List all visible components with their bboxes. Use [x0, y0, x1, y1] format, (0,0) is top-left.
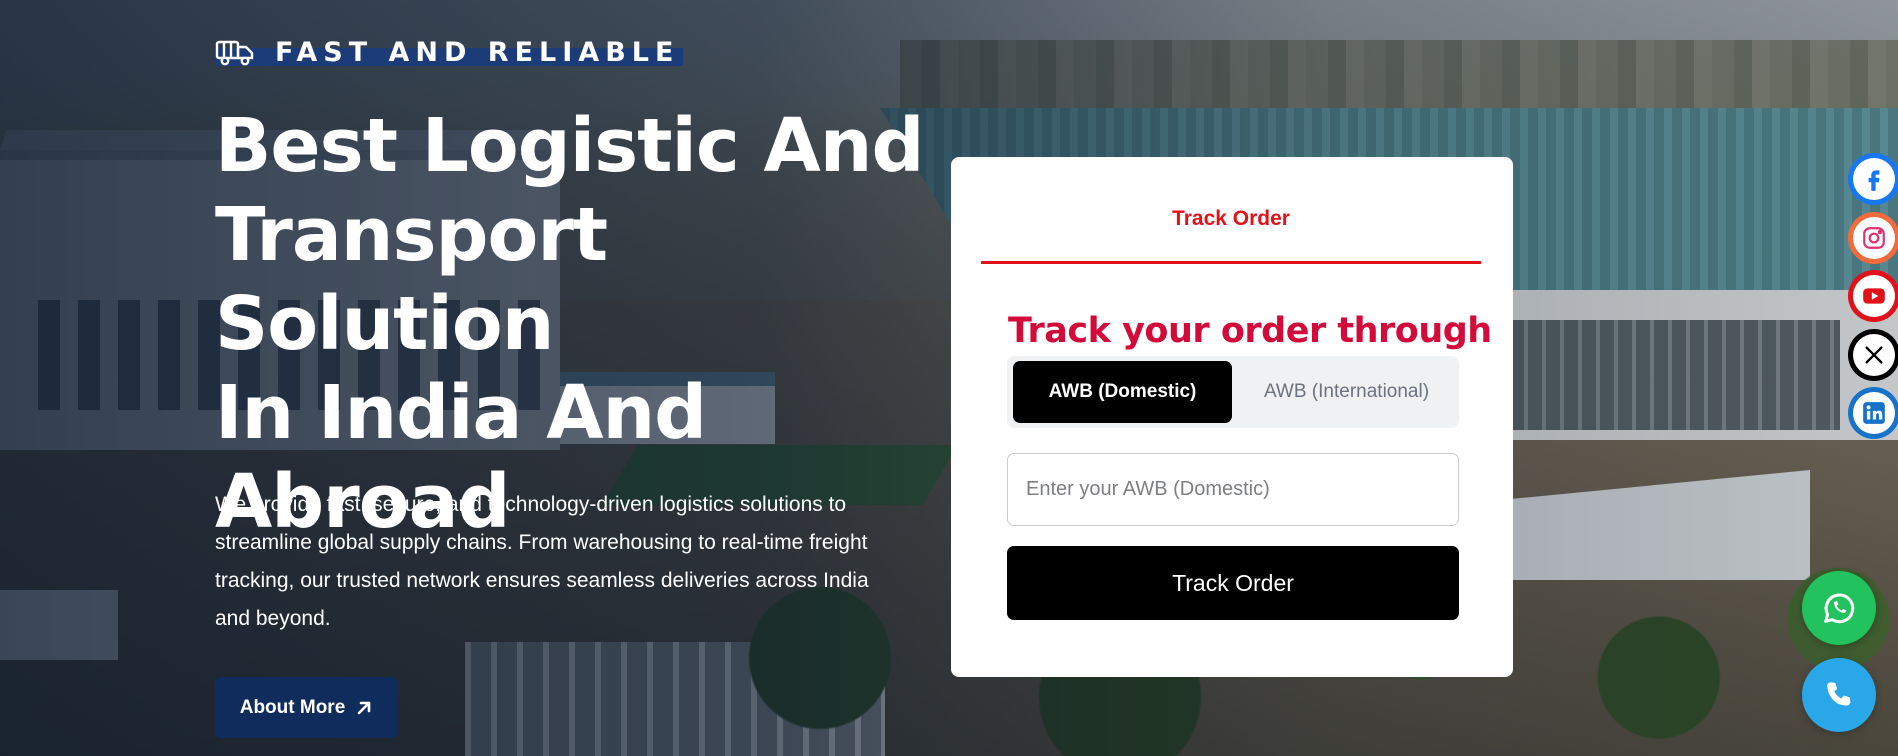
linkedin-icon [1863, 402, 1885, 424]
awb-input[interactable] [1007, 453, 1459, 526]
hero-description-line: streamline global supply chains. From wa… [215, 531, 868, 554]
track-order-card: Track Order Track your order through AWB… [951, 157, 1513, 677]
hero-title: Best Logistic And Transport Solution In … [215, 102, 935, 547]
hero-tagline: FAST AND RELIABLE [215, 34, 683, 70]
hero-title-line: In India And [215, 370, 707, 456]
hero-description-line: and beyond. [215, 607, 331, 630]
hero-title-line: Best Logistic And [215, 103, 924, 189]
awb-international-option[interactable]: AWB (International) [1240, 361, 1453, 423]
tagline-text: FAST AND RELIABLE [275, 36, 680, 68]
about-more-button[interactable]: About More [215, 677, 398, 738]
tab-track-order[interactable]: Track Order [981, 207, 1481, 231]
about-more-label: About More [239, 696, 346, 718]
instagram-icon [1863, 227, 1885, 249]
instagram-link[interactable] [1848, 212, 1898, 264]
whatsapp-button[interactable] [1802, 571, 1876, 645]
whatsapp-icon [1824, 593, 1855, 624]
awb-domestic-option[interactable]: AWB (Domestic) [1013, 361, 1232, 423]
x-link[interactable] [1848, 329, 1898, 381]
track-order-button[interactable]: Track Order [1007, 546, 1459, 620]
arrow-up-right-icon [357, 701, 371, 714]
youtube-icon [1863, 288, 1885, 304]
track-heading: Track your order through [1008, 311, 1492, 351]
call-button[interactable] [1802, 658, 1876, 732]
hero-description-line: We provide fast, secure, and technology-… [215, 493, 847, 516]
hero-title-line: Transport Solution [215, 192, 608, 367]
x-icon [1865, 346, 1883, 364]
hero-description: We provide fast, secure, and technology-… [215, 486, 935, 638]
awb-type-toggle: AWB (Domestic) AWB (International) [1007, 356, 1459, 428]
facebook-icon [1868, 170, 1880, 191]
tab-underline [981, 261, 1481, 264]
facebook-link[interactable] [1848, 153, 1898, 205]
truck-icon [215, 40, 254, 66]
phone-icon [1827, 682, 1851, 706]
youtube-link[interactable] [1848, 270, 1898, 322]
linkedin-link[interactable] [1848, 387, 1898, 439]
hero-description-line: tracking, our trusted network ensures se… [215, 569, 869, 592]
